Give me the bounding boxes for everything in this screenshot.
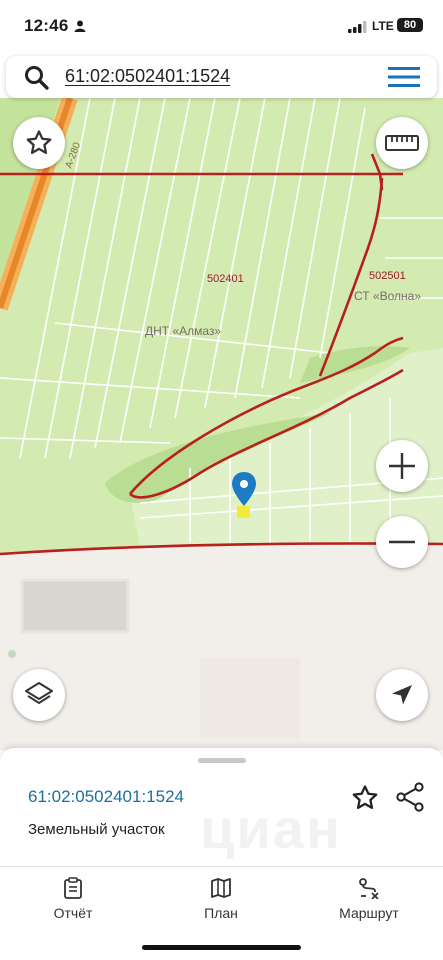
tab-route-label: Маршрут [339,905,399,921]
area-label-volna: СТ «Волна» [354,289,421,303]
sheet-drag-handle[interactable] [198,758,246,763]
tab-route[interactable]: Маршрут [309,877,429,923]
tab-plan-label: План [204,905,238,921]
watermark-logo: циан [200,797,342,860]
parcel-number[interactable]: 61:02:0502401:1524 [28,787,184,807]
favorite-button[interactable] [13,117,65,169]
navigation-arrow-icon [392,685,412,705]
map-canvas [0,98,443,750]
layers-button[interactable] [13,669,65,721]
layers-icon [25,682,53,704]
person-icon [74,19,86,37]
ruler-button[interactable] [376,117,428,169]
search-bar[interactable]: 61:02:0502401:1524 [6,56,437,98]
route-icon [359,878,379,899]
status-time: 12:46 [24,16,69,35]
signal-icon [348,20,368,38]
star-icon[interactable] [350,783,380,818]
tab-report[interactable]: Отчёт [13,877,133,923]
status-bar: 12:46 LTE 80 [0,0,443,52]
quarter-label-a: 502401 [207,273,244,285]
battery-icon: 80 [397,18,423,32]
search-input[interactable]: 61:02:0502401:1524 [65,66,230,87]
zoom-in-button[interactable] [376,440,428,492]
search-icon[interactable] [24,65,50,96]
plus-icon [389,453,415,479]
minus-icon [389,540,415,544]
parcel-type: Земельный участок [28,821,165,838]
map-icon [211,878,231,898]
star-icon [26,130,52,154]
area-label-almaz: ДНТ «Алмаз» [145,324,222,338]
cadastral-map[interactable]: 502401 502501 ДНТ «Алмаз» СТ «Волна» А-2… [0,98,443,750]
tab-plan[interactable]: План [161,877,281,923]
my-location-button[interactable] [376,669,428,721]
zoom-out-button[interactable] [376,516,428,568]
quarter-label-b: 502501 [369,270,406,282]
share-icon[interactable] [395,782,425,817]
network-type: LTE [372,19,394,33]
menu-icon[interactable] [388,66,420,93]
ruler-icon [385,135,419,151]
home-indicator[interactable] [142,945,301,950]
bottom-tab-bar: Отчёт План Маршрут [0,866,443,960]
report-icon [64,877,82,899]
tab-report-label: Отчёт [53,905,93,921]
